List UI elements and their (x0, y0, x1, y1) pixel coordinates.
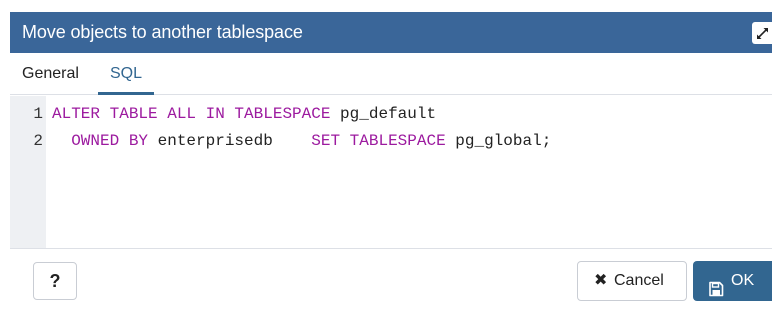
close-icon: ✖ (594, 272, 608, 289)
sql-identifier: pg_default (330, 105, 437, 123)
cancel-button[interactable]: ✖ Cancel (577, 261, 687, 301)
dialog-tabs: General SQL (10, 53, 772, 95)
save-icon (708, 273, 724, 310)
line-number-gutter: 1 2 (10, 96, 46, 248)
code-line: ALTER TABLE ALL IN TABLESPACE pg_default (52, 103, 436, 125)
ok-label: OK (731, 272, 755, 289)
help-button[interactable]: ? (33, 262, 77, 300)
dialog-titlebar[interactable]: Move objects to another tablespace (10, 12, 772, 53)
code-line: OWNED BY enterprisedb SET TABLESPACE pg_… (52, 130, 551, 152)
dialog-footer: ? ✖ Cancel OK (10, 248, 772, 310)
move-objects-dialog: Move objects to another tablespace Gener… (0, 0, 772, 310)
sql-editor[interactable]: 1 2 ALTER TABLE ALL IN TABLESPACE pg_def… (10, 96, 772, 248)
sql-identifier: enterprisedb (148, 132, 312, 150)
sql-keyword: SET TABLESPACE (311, 132, 446, 150)
dialog-title: Move objects to another tablespace (22, 22, 303, 42)
sql-keyword: OWNED BY (52, 132, 149, 150)
cancel-label: Cancel (614, 272, 664, 289)
tab-sql[interactable]: SQL (98, 53, 155, 95)
sql-keyword: ALTER TABLE ALL IN TABLESPACE (52, 105, 331, 123)
sql-identifier: pg_global; (445, 132, 552, 150)
ok-button[interactable]: OK (693, 261, 772, 301)
line-number: 1 (33, 105, 43, 123)
tab-general[interactable]: General (22, 53, 79, 94)
maximize-icon[interactable] (752, 22, 772, 44)
line-number: 2 (33, 132, 43, 150)
